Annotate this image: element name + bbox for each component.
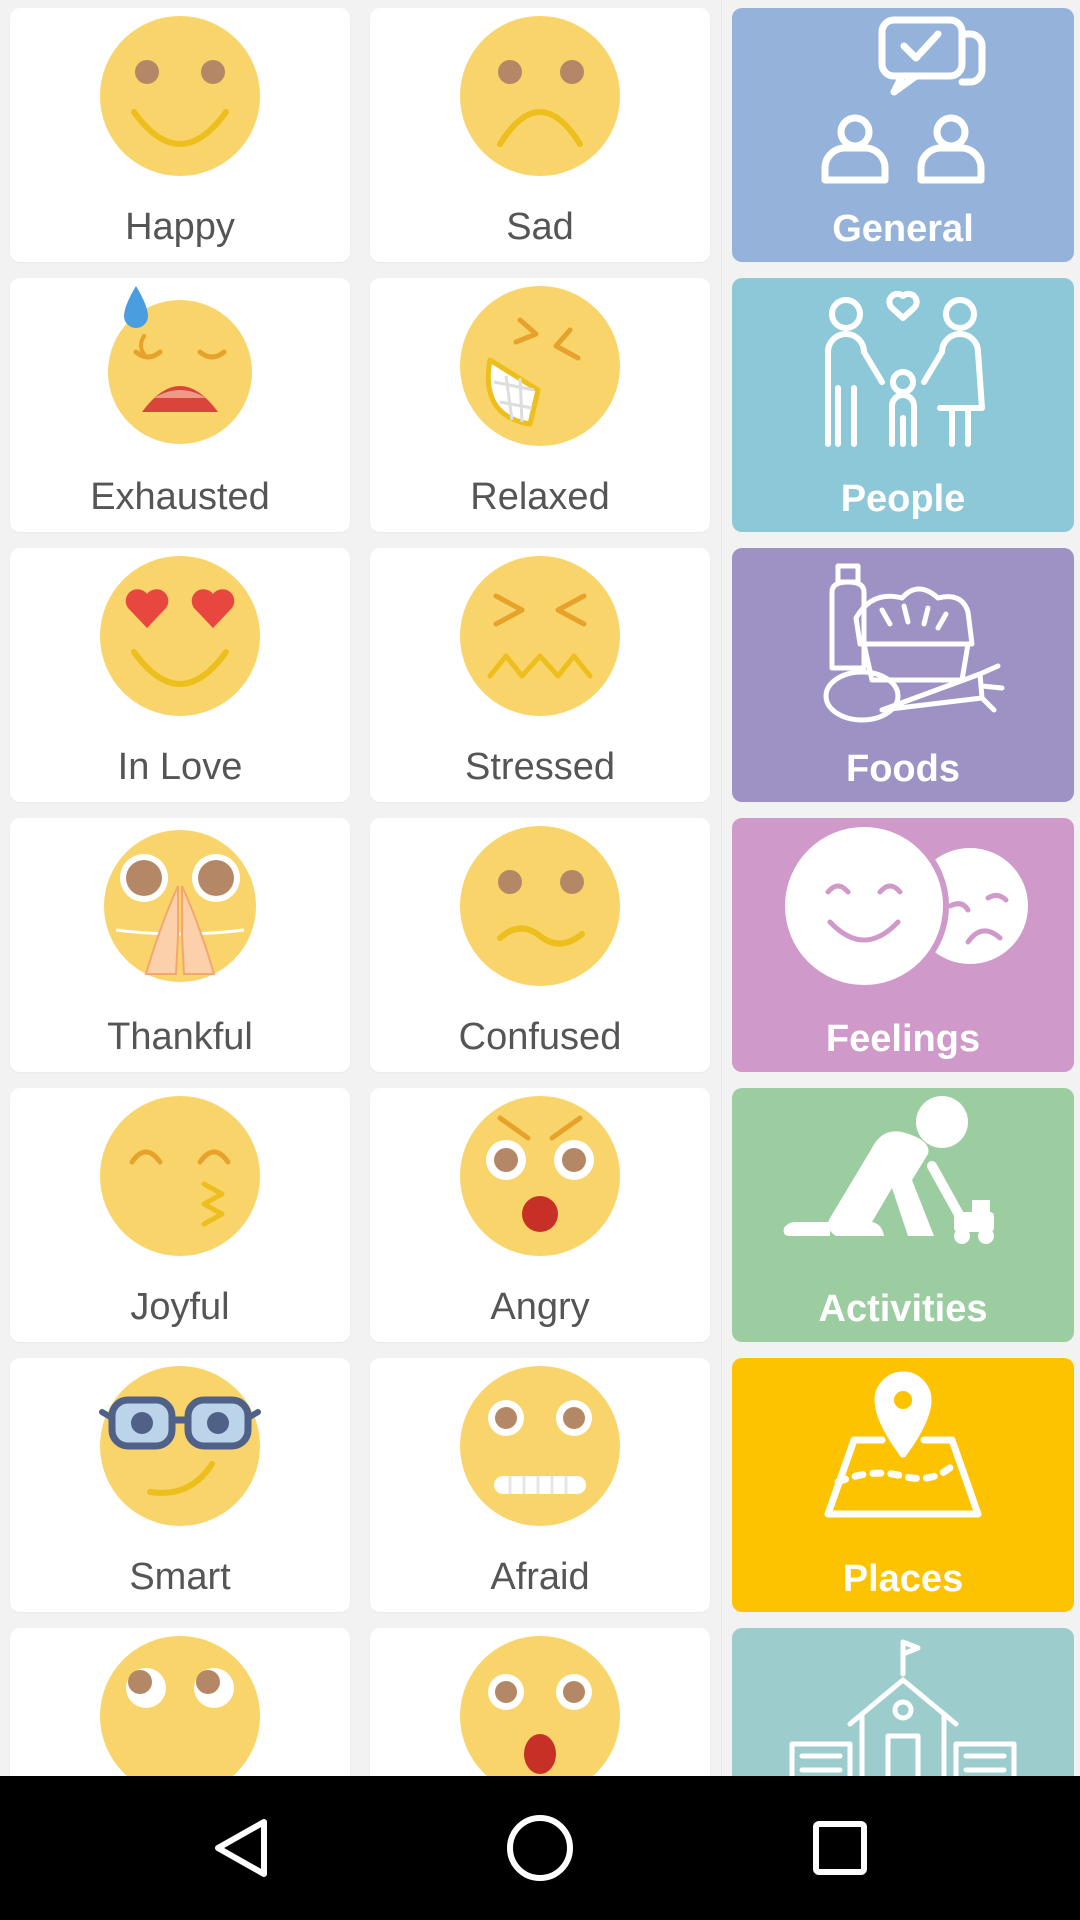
category-label: Activities: [818, 1288, 988, 1330]
surprised-face-icon: [460, 1636, 620, 1776]
back-icon: [215, 1819, 267, 1877]
emotion-label: Exhausted: [90, 476, 270, 518]
emotion-card-stressed[interactable]: Stressed: [370, 548, 710, 802]
afraid-face-icon: [460, 1366, 620, 1526]
emotion-label: Smart: [129, 1556, 231, 1598]
angry-face-icon: [460, 1096, 620, 1256]
category-general[interactable]: General: [732, 8, 1074, 262]
child-playing-icon: [783, 1096, 994, 1244]
emotion-label: In Love: [117, 746, 243, 788]
emotion-grid: Happy Sad Exhausted Relaxed In Love Stre…: [0, 0, 722, 1776]
home-icon: [507, 1815, 573, 1881]
people-chat-icon: [821, 16, 986, 184]
happy-face-icon: [100, 16, 260, 176]
category-places[interactable]: Places: [732, 1358, 1074, 1612]
emotion-card-in-love[interactable]: In Love: [10, 548, 350, 802]
emotion-label: Relaxed: [470, 476, 610, 518]
category-label: Feelings: [825, 1018, 981, 1060]
emotion-label: Angry: [490, 1286, 590, 1328]
emotion-card-confused[interactable]: Confused: [370, 818, 710, 1072]
sad-face-icon: [460, 16, 620, 176]
category-label: Foods: [846, 748, 960, 790]
emotion-card-sad[interactable]: Sad: [370, 8, 710, 262]
category-label: Places: [842, 1558, 964, 1600]
emotion-label: Sad: [506, 206, 574, 248]
in-love-face-icon: [100, 556, 260, 716]
nav-home-button[interactable]: [490, 1798, 590, 1898]
map-pin-icon: [824, 1371, 982, 1518]
emotion-label: Confused: [458, 1016, 622, 1058]
category-foods[interactable]: Foods: [732, 548, 1074, 802]
system-navigation-bar: [0, 1776, 1080, 1920]
emotion-label: Stressed: [465, 746, 615, 788]
school-icon: [789, 1639, 1017, 1776]
nav-back-button[interactable]: [190, 1798, 290, 1898]
exhausted-face-icon: [108, 286, 252, 444]
emotion-card-smart[interactable]: Smart: [10, 1358, 350, 1612]
rolling-eyes-face-icon: [100, 1636, 260, 1776]
emotion-card-thankful[interactable]: Thankful: [10, 818, 350, 1072]
category-label: General: [832, 208, 974, 250]
recents-icon: [813, 1821, 867, 1875]
emotion-card-joyful[interactable]: Joyful: [10, 1088, 350, 1342]
family-icon: [825, 290, 985, 447]
category-people[interactable]: People: [732, 278, 1074, 532]
emotion-card-partial-left[interactable]: [10, 1628, 350, 1776]
emotion-card-exhausted[interactable]: Exhausted: [10, 278, 350, 532]
emotion-label: Happy: [125, 206, 235, 248]
emotion-card-happy[interactable]: Happy: [10, 8, 350, 262]
emotion-label: Thankful: [107, 1016, 253, 1058]
emotion-card-angry[interactable]: Angry: [370, 1088, 710, 1342]
emotion-label: Afraid: [490, 1556, 590, 1598]
groceries-icon: [823, 563, 1005, 723]
relaxed-face-icon: [460, 286, 620, 446]
emotion-card-relaxed[interactable]: Relaxed: [370, 278, 710, 532]
category-feelings[interactable]: Feelings: [732, 818, 1074, 1072]
nav-recents-button[interactable]: [790, 1798, 890, 1898]
thankful-face-icon: [104, 830, 256, 982]
category-school[interactable]: [732, 1628, 1074, 1776]
confused-face-icon: [460, 826, 620, 986]
category-label: People: [840, 478, 966, 520]
masks-icon: [779, 821, 1028, 991]
emotion-card-partial-right[interactable]: [370, 1628, 710, 1776]
joyful-face-icon: [100, 1096, 260, 1256]
smart-face-icon: [99, 1366, 261, 1526]
emotion-label: Joyful: [130, 1286, 230, 1328]
category-activities[interactable]: Activities: [732, 1088, 1074, 1342]
category-column: General People Foods Feelings Activities…: [722, 0, 1080, 1776]
stressed-face-icon: [460, 556, 620, 716]
emotion-card-afraid[interactable]: Afraid: [370, 1358, 710, 1612]
